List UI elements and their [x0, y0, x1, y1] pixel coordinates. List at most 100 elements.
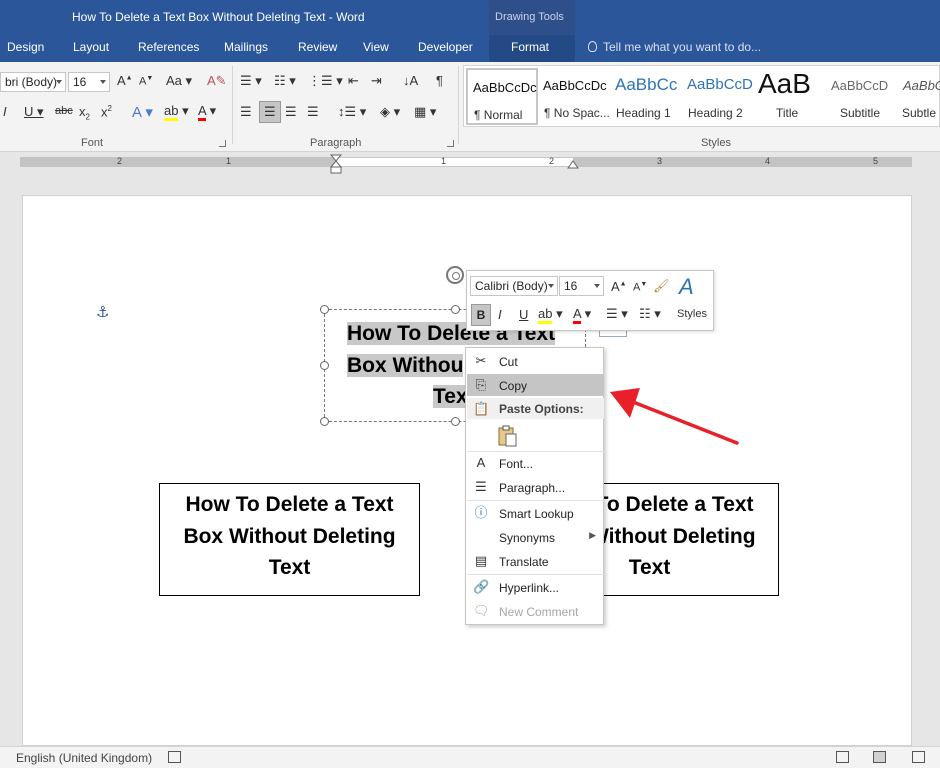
style-title[interactable]: AaB Title — [754, 68, 826, 125]
tab-developer[interactable]: Developer — [418, 40, 473, 54]
mini-italic-icon[interactable]: I — [498, 307, 502, 322]
print-layout-icon[interactable] — [873, 751, 886, 763]
ruler-label: 1 — [441, 156, 447, 166]
style-heading-1[interactable]: AaBbCc Heading 1 — [610, 68, 682, 125]
font-dialog-launcher-icon[interactable] — [219, 140, 226, 147]
clear-formatting-icon[interactable]: A✎ — [207, 73, 227, 89]
web-layout-icon[interactable] — [912, 751, 925, 763]
superscript-icon[interactable]: x2 — [101, 104, 112, 119]
menu-item-label: New Comment — [499, 605, 579, 619]
text-box-left[interactable]: How To Delete a Text Box Without Deletin… — [159, 483, 420, 596]
bullets-icon[interactable]: ☰ ▾ — [240, 73, 262, 89]
style-heading-2[interactable]: AaBbCcD Heading 2 — [682, 68, 754, 125]
tab-format[interactable]: Format — [489, 35, 575, 62]
menu-item-hyperlink[interactable]: 🔗 Hyperlink... — [467, 576, 604, 598]
align-center-icon[interactable]: ☰ — [259, 101, 281, 123]
tab-mailings[interactable]: Mailings — [224, 40, 268, 54]
paragraph-dialog-launcher-icon[interactable] — [447, 140, 454, 147]
menu-item-label: Translate — [499, 555, 549, 569]
show-formatting-icon[interactable]: ¶ — [436, 73, 443, 88]
style-normal[interactable]: AaBbCcDc ¶ Normal — [466, 68, 538, 125]
numbering-icon[interactable]: ☷ ▾ — [274, 73, 296, 89]
resize-handle-left[interactable] — [320, 361, 329, 370]
mini-numbering-icon[interactable]: ☷ ▾ — [639, 306, 661, 322]
tab-layout[interactable]: Layout — [73, 40, 109, 54]
text-effects-icon[interactable]: A ▾ — [132, 103, 153, 121]
menu-item-synonyms[interactable]: Synonyms ▶ — [467, 526, 604, 548]
menu-item-new-comment[interactable]: 🗨 New Comment — [467, 600, 604, 622]
paste-options-header: 📋 Paste Options: — [467, 398, 604, 419]
mini-shrink-font-icon[interactable]: A▼ — [633, 281, 647, 294]
format-painter-icon[interactable]: 🖌 — [653, 278, 670, 294]
italic-icon[interactable]: I — [3, 104, 7, 119]
bold-button[interactable]: B — [471, 304, 491, 326]
menu-item-cut[interactable]: ✂ Cut — [467, 350, 604, 372]
underline-icon[interactable]: U ▾ — [24, 104, 44, 120]
menu-item-copy[interactable]: ⎘ Copy — [467, 374, 604, 396]
multilevel-list-icon[interactable]: ⋮☰ ▾ — [308, 73, 343, 89]
change-case-icon[interactable]: Aa ▾ — [166, 73, 192, 89]
sort-icon[interactable]: ↓A — [403, 73, 418, 88]
indent-marker-icon[interactable] — [329, 154, 343, 174]
strikethrough-icon[interactable]: abc — [55, 105, 73, 117]
align-left-icon[interactable]: ☰ — [240, 104, 252, 120]
menu-item-label: Synonyms — [499, 531, 556, 545]
menu-item-font[interactable]: A Font... — [467, 452, 604, 474]
tab-design[interactable]: Design — [7, 40, 44, 54]
macro-recording-icon[interactable] — [168, 751, 181, 763]
resize-handle-top-left[interactable] — [320, 305, 329, 314]
styles-icon[interactable]: A — [679, 274, 694, 300]
mini-highlight-icon[interactable]: ab ▾ — [538, 306, 563, 324]
rotate-handle-icon[interactable] — [446, 266, 464, 284]
copy-icon: ⎘ — [475, 377, 487, 392]
text-line: Box Without Deleting — [183, 524, 396, 548]
ribbon-divider — [458, 66, 459, 144]
right-indent-marker-icon[interactable] — [566, 159, 580, 169]
mini-bullets-icon[interactable]: ☰ ▾ — [606, 306, 628, 322]
mini-font-size-dropdown[interactable]: 16 — [559, 276, 604, 296]
comment-icon: 🗨 — [473, 603, 490, 618]
link-icon: 🔗 — [473, 579, 490, 594]
mini-underline-icon[interactable]: U — [519, 307, 528, 322]
mini-font-name-dropdown[interactable]: Calibri (Body) — [470, 276, 558, 296]
borders-icon[interactable]: ▦ ▾ — [414, 104, 436, 120]
tab-review[interactable]: Review — [298, 40, 337, 54]
justify-icon[interactable]: ☰ — [307, 104, 319, 120]
style-name: ¶ No Spac... — [544, 106, 610, 120]
tab-view[interactable]: View — [363, 40, 389, 54]
increase-indent-icon[interactable]: ⇥ — [371, 73, 382, 89]
style-subtitle[interactable]: AaBbCcD Subtitle — [826, 68, 898, 125]
menu-item-smart-lookup[interactable]: ⓘ Smart Lookup — [467, 502, 604, 524]
mini-grow-font-icon[interactable]: A▲ — [611, 279, 627, 294]
resize-handle-bottom-left[interactable] — [320, 417, 329, 426]
align-right-icon[interactable]: ☰ — [285, 104, 297, 120]
style-subtle-emphasis[interactable]: AaBbCcL Subtle E — [898, 68, 940, 125]
font-size-dropdown[interactable]: 16 — [68, 72, 110, 92]
read-mode-icon[interactable] — [836, 751, 849, 763]
style-no-spacing[interactable]: AaBbCcDc ¶ No Spac... — [538, 68, 610, 125]
font-name-dropdown[interactable]: bri (Body) — [0, 72, 66, 92]
chevron-down-icon — [548, 284, 554, 288]
tell-me-search[interactable]: Tell me what you want to do... — [588, 40, 761, 54]
resize-handle-bottom[interactable] — [451, 417, 460, 426]
grow-font-icon[interactable]: A▲ — [117, 73, 133, 88]
resize-handle-top[interactable] — [451, 305, 460, 314]
tab-references[interactable]: References — [138, 40, 199, 54]
decrease-indent-icon[interactable]: ⇤ — [348, 73, 359, 89]
translate-icon: ▤ — [474, 553, 488, 568]
menu-item-paragraph[interactable]: ☰ Paragraph... — [467, 476, 604, 498]
mini-font-color-icon[interactable]: A ▾ — [573, 306, 591, 324]
language-indicator[interactable]: English (United Kingdom) — [16, 751, 152, 765]
shading-icon[interactable]: ◈ ▾ — [380, 104, 400, 120]
shrink-font-icon[interactable]: A▼ — [139, 75, 153, 88]
font-color-icon[interactable]: A ▾ — [198, 103, 216, 121]
menu-item-translate[interactable]: ▤ Translate — [467, 550, 604, 572]
subscript-icon[interactable]: x2 — [79, 104, 90, 122]
menu-item-label: Cut — [499, 355, 518, 369]
highlight-color-icon[interactable]: ab ▾ — [164, 103, 189, 121]
line-spacing-icon[interactable]: ↕☰ ▾ — [338, 104, 366, 120]
anchor-icon: ⚓ — [96, 304, 110, 321]
styles-group-label: Styles — [701, 137, 731, 149]
paste-keep-source-icon[interactable] — [496, 424, 518, 448]
styles-gallery: AaBbCcDc ¶ Normal AaBbCcDc ¶ No Spac... … — [463, 65, 940, 127]
